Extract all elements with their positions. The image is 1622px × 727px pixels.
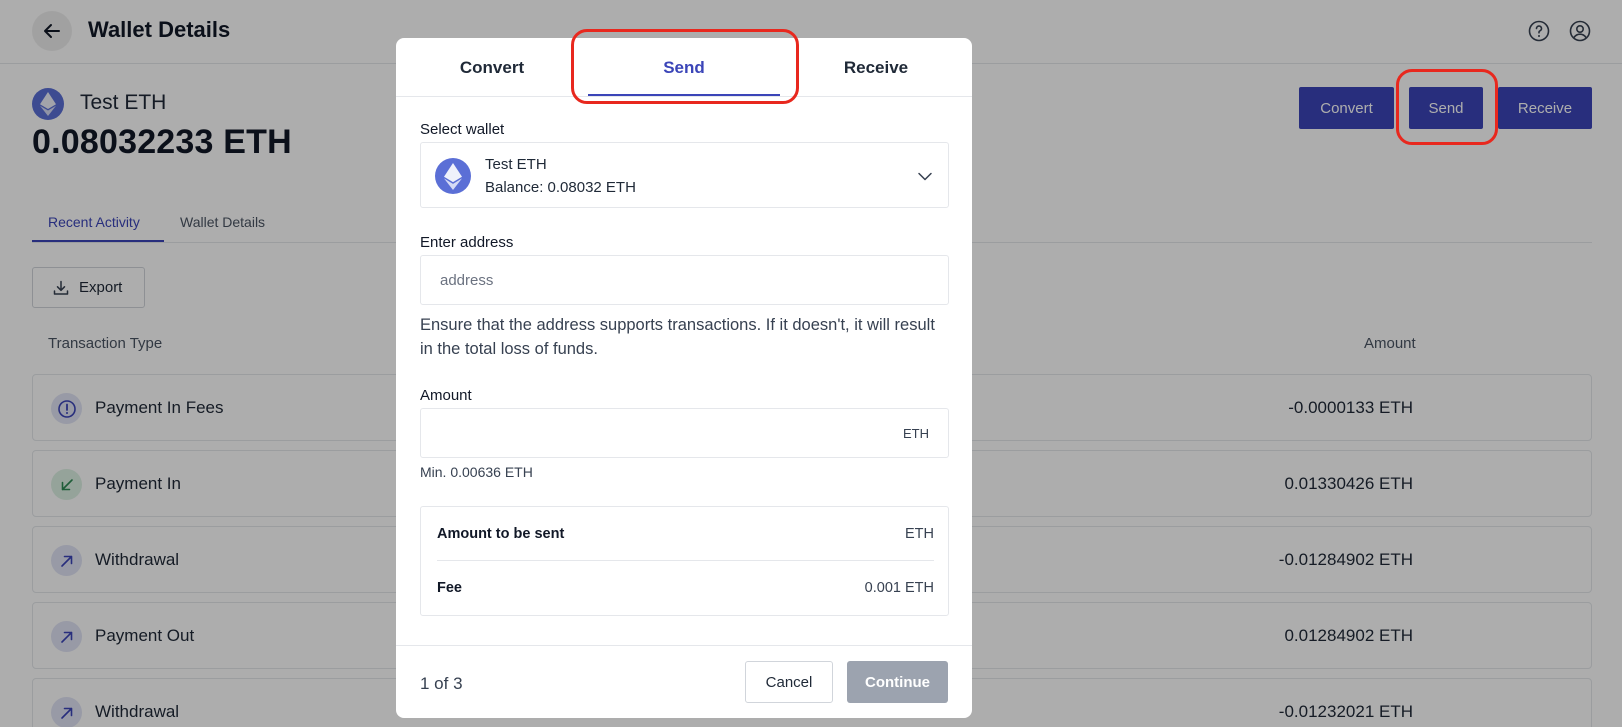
address-warning: Ensure that the address supports transac… [420,316,935,358]
modal-footer: 1 of 3 Cancel Continue [396,645,972,718]
step-indicator: 1 of 3 [420,674,463,693]
address-label: Enter address [420,234,514,251]
address-input[interactable] [420,255,949,305]
summary-row-amount: Amount to be sent ETH [437,507,934,561]
summary-amount-value: ETH [905,526,934,542]
send-modal: Convert Send Receive Select wallet Test … [396,38,972,718]
summary-fee-value: 0.001 ETH [864,580,934,596]
summary-amount-label: Amount to be sent [437,526,565,542]
highlight-send-button [1396,69,1498,145]
wallet-select[interactable]: Test ETH Balance: 0.08032 ETH [420,142,949,208]
summary-row-fee: Fee 0.001 ETH [437,561,934,615]
amount-input[interactable]: ETH [420,408,949,458]
ethereum-icon [435,158,471,194]
cancel-button[interactable]: Cancel [745,661,833,703]
send-summary: Amount to be sent ETH Fee 0.001 ETH [420,506,949,616]
modal-tab-convert[interactable]: Convert [396,58,588,78]
selected-wallet-balance: Balance: 0.08032 ETH [485,179,636,196]
selected-wallet-name: Test ETH [485,156,547,173]
modal-tab-receive[interactable]: Receive [780,58,972,78]
amount-unit: ETH [903,426,929,441]
continue-button[interactable]: Continue [847,661,948,703]
highlight-send-tab [571,29,799,104]
summary-fee-label: Fee [437,580,462,596]
select-wallet-label: Select wallet [420,121,505,138]
amount-label: Amount [420,387,472,404]
min-amount: Min. 0.00636 ETH [420,464,533,480]
chevron-down-icon [918,172,932,181]
